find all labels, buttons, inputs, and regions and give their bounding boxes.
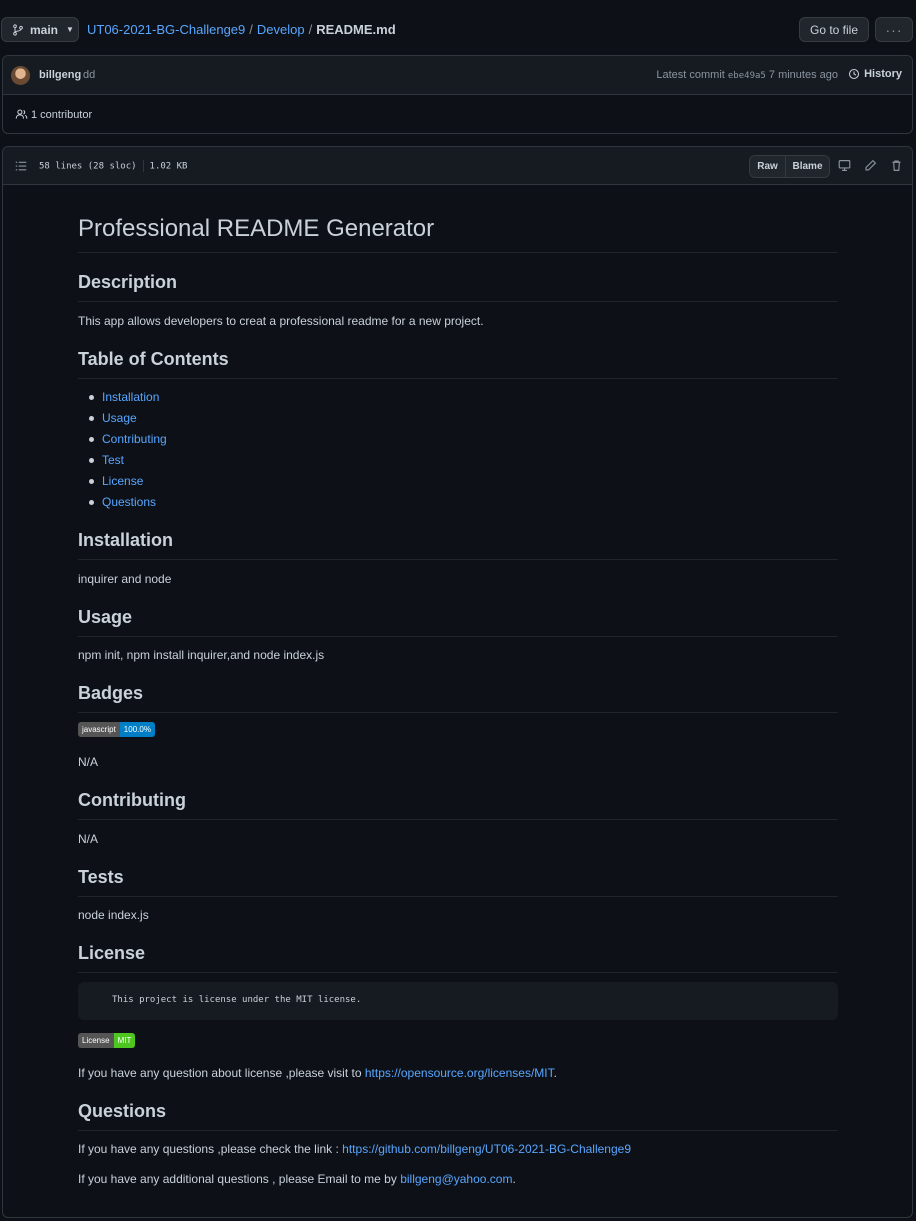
contributors-label: 1 contributor bbox=[31, 108, 93, 121]
license-link[interactable]: https://opensource.org/licenses/MIT bbox=[365, 1066, 554, 1080]
badge-value: 100.0% bbox=[119, 722, 155, 737]
license-text-prefix: If you have any question about license ,… bbox=[78, 1066, 365, 1080]
list-item: Installation bbox=[78, 390, 167, 411]
installation-text: inquirer and node bbox=[78, 572, 172, 586]
file-actions-group: Raw Blame bbox=[749, 155, 830, 178]
blame-button[interactable]: Blame bbox=[786, 156, 829, 177]
questions-heading: Questions bbox=[78, 1101, 838, 1131]
latest-commit-label: Latest commit bbox=[656, 69, 725, 81]
contributors-link[interactable]: 1 contributor bbox=[15, 108, 92, 121]
list-item: Contributing bbox=[78, 432, 167, 453]
badges-text: N/A bbox=[78, 755, 99, 769]
more-options-button[interactable]: ··· bbox=[875, 17, 913, 42]
list-item: Test bbox=[78, 453, 167, 474]
file-size: 1.02 KB bbox=[149, 161, 188, 172]
toc-link-license[interactable]: License bbox=[102, 474, 143, 488]
license-badge: License MIT bbox=[78, 1033, 136, 1048]
badge-label: javascript bbox=[78, 722, 120, 737]
commit-row: billgeng dd Latest commit ebe49a5 7 minu… bbox=[3, 56, 912, 95]
email-text: If you have any additional questions , p… bbox=[78, 1172, 516, 1186]
list-item: Usage bbox=[78, 411, 167, 432]
list-item: Questions bbox=[78, 495, 167, 516]
latest-commit-info: Latest commit ebe49a5 7 minutes ago bbox=[656, 69, 838, 81]
trash-icon[interactable] bbox=[890, 159, 903, 172]
list-item: License bbox=[78, 474, 167, 495]
email-text-suffix: . bbox=[512, 1172, 516, 1186]
desktop-icon[interactable] bbox=[838, 159, 851, 172]
toc-heading: Table of Contents bbox=[78, 349, 838, 379]
breadcrumb: UT06-2021-BG-Challenge9/Develop / README.m… bbox=[87, 22, 396, 37]
description-text: This app allows developers to creat a pr… bbox=[78, 314, 484, 328]
toc-link-contributing[interactable]: Contributing bbox=[102, 432, 167, 446]
go-to-file-button[interactable]: Go to file bbox=[799, 17, 869, 42]
commit-time: 7 minutes ago bbox=[768, 69, 838, 81]
email-text-prefix: If you have any additional questions , p… bbox=[78, 1172, 401, 1186]
tests-text: node index.js bbox=[78, 908, 149, 922]
contributing-text: N/A bbox=[78, 832, 99, 846]
latest-commit-box: billgeng dd Latest commit ebe49a5 7 minu… bbox=[2, 55, 913, 134]
toc-list: Installation Usage Contributing Test Lic… bbox=[78, 390, 167, 516]
commit-author-link[interactable]: billgeng bbox=[39, 69, 81, 81]
usage-text: npm init, npm install inquirer,and node … bbox=[78, 648, 325, 662]
questions-repo-link[interactable]: https://github.com/billgeng/UT06-2021-BG… bbox=[342, 1142, 631, 1156]
repo-header: main ▼ UT06-2021-BG-Challenge9/Develop / R… bbox=[0, 0, 916, 54]
breadcrumb-separator: / bbox=[308, 22, 313, 37]
toc-link-usage[interactable]: Usage bbox=[102, 411, 137, 425]
breadcrumb-repo-link[interactable]: UT06-2021-BG-Challenge9 bbox=[87, 22, 245, 37]
language-badge: javascript 100.0% bbox=[78, 722, 155, 737]
description-heading: Description bbox=[78, 272, 838, 302]
contributing-heading: Contributing bbox=[78, 790, 838, 820]
file-viewer: 58 lines (28 sloc) 1.02 KB Raw Blame Prof… bbox=[2, 146, 913, 1218]
branch-selector-button[interactable]: main ▼ bbox=[1, 17, 79, 42]
chevron-down-icon: ▼ bbox=[66, 25, 74, 34]
avatar[interactable] bbox=[11, 66, 30, 85]
license-text: If you have any question about license ,… bbox=[78, 1066, 557, 1080]
badges-heading: Badges bbox=[78, 683, 838, 713]
file-line-count: 58 lines (28 sloc) bbox=[39, 161, 137, 172]
questions-text-prefix: If you have any questions ,please check … bbox=[78, 1142, 343, 1156]
commit-sha-link[interactable]: ebe49a5 bbox=[728, 71, 766, 81]
toc-link-installation[interactable]: Installation bbox=[102, 390, 159, 404]
branch-name: main bbox=[30, 22, 59, 37]
installation-heading: Installation bbox=[78, 530, 838, 560]
badge-value: MIT bbox=[113, 1033, 136, 1048]
usage-heading: Usage bbox=[78, 607, 838, 637]
breadcrumb-separator: / bbox=[249, 22, 253, 37]
license-text-suffix: . bbox=[553, 1066, 557, 1080]
questions-text: If you have any questions ,please check … bbox=[78, 1142, 631, 1156]
badge-label: License bbox=[78, 1033, 114, 1048]
outline-list-icon[interactable] bbox=[15, 160, 27, 172]
toc-link-questions[interactable]: Questions bbox=[102, 495, 156, 509]
raw-button[interactable]: Raw bbox=[750, 156, 786, 177]
history-icon bbox=[849, 68, 860, 80]
license-heading: License bbox=[78, 943, 838, 973]
license-code-block: This project is license under the MIT li… bbox=[78, 982, 838, 1020]
readme-title: Professional README Generator bbox=[78, 215, 838, 253]
divider bbox=[142, 160, 144, 172]
people-icon bbox=[15, 109, 28, 119]
history-label: History bbox=[864, 68, 902, 80]
file-header: 58 lines (28 sloc) 1.02 KB Raw Blame bbox=[3, 147, 912, 185]
git-branch-icon bbox=[13, 23, 23, 36]
pencil-icon[interactable] bbox=[864, 159, 877, 172]
breadcrumb-file: README.md bbox=[316, 22, 396, 37]
file-info: 58 lines (28 sloc) 1.02 KB bbox=[39, 160, 187, 172]
email-link[interactable]: billgeng@yahoo.com bbox=[400, 1172, 512, 1186]
breadcrumb-folder-link[interactable]: Develop bbox=[257, 22, 305, 37]
tests-heading: Tests bbox=[78, 867, 838, 897]
toc-link-test[interactable]: Test bbox=[102, 453, 124, 467]
commit-message[interactable]: dd bbox=[83, 69, 95, 81]
history-link[interactable]: History bbox=[848, 68, 902, 80]
